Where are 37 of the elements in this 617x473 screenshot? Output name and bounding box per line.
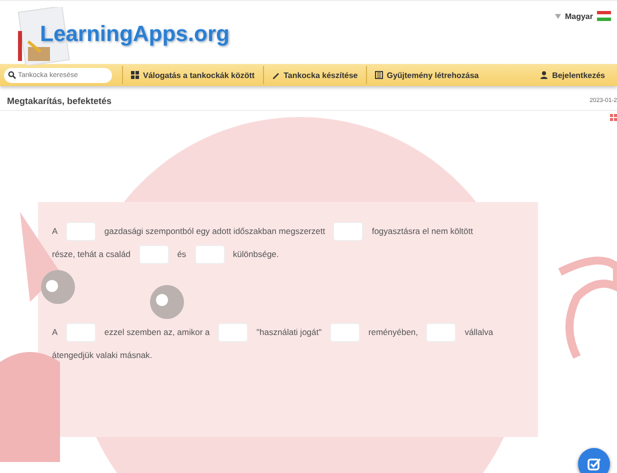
sentence-text: reményében, <box>368 327 418 337</box>
language-label[interactable]: Magyar <box>564 12 593 20</box>
pencil-icon <box>272 71 280 79</box>
nav-link[interactable]: Bejelentkezés <box>532 66 613 84</box>
flag-icon <box>597 11 611 21</box>
sentence-text: része, tehát a család <box>52 249 130 259</box>
nav-link[interactable]: Tankocka készítése <box>262 66 366 84</box>
caret-icon <box>554 14 561 18</box>
drop-field[interactable] <box>138 245 169 264</box>
drop-field[interactable] <box>66 222 96 242</box>
nav-link[interactable]: Válogatás a tankockák között <box>122 66 263 84</box>
drop-field[interactable] <box>426 323 456 342</box>
sentence-text: különbsége. <box>232 249 279 259</box>
sentence-text: vállalva <box>464 327 494 337</box>
sentence-text: "használati jogát" <box>256 327 322 337</box>
list-icon <box>374 71 383 79</box>
logo-text[interactable]: LearningApps.org <box>40 21 230 47</box>
sentence-text: gazdasági szempontból egy adott időszakban megszerzett <box>104 226 326 236</box>
check-icon <box>587 457 601 471</box>
sentence-text: A <box>52 226 58 236</box>
drop-field[interactable] <box>333 222 364 242</box>
sentence-text: A <box>52 327 58 337</box>
search-icon <box>8 71 16 79</box>
app-title: Megtakarítás, befektetés <box>7 96 112 106</box>
drop-field[interactable] <box>194 245 225 264</box>
nav-link[interactable]: Gyűjtemény létrehozása <box>366 66 487 84</box>
sentence-text: átengedjük valaki másnak. <box>52 350 152 360</box>
sentence-text: ezzel szemben az, amikor a <box>104 327 210 337</box>
fullscreen-icon[interactable] <box>610 114 617 121</box>
drop-field[interactable] <box>66 323 96 342</box>
drop-field[interactable] <box>330 323 360 342</box>
drop-field[interactable] <box>218 323 248 342</box>
sentence-text: fogyasztásra el nem költött <box>372 226 473 236</box>
sentence-text: és <box>177 249 186 259</box>
check-button[interactable] <box>578 448 610 473</box>
grid-icon <box>131 71 139 79</box>
user-icon <box>540 71 548 79</box>
